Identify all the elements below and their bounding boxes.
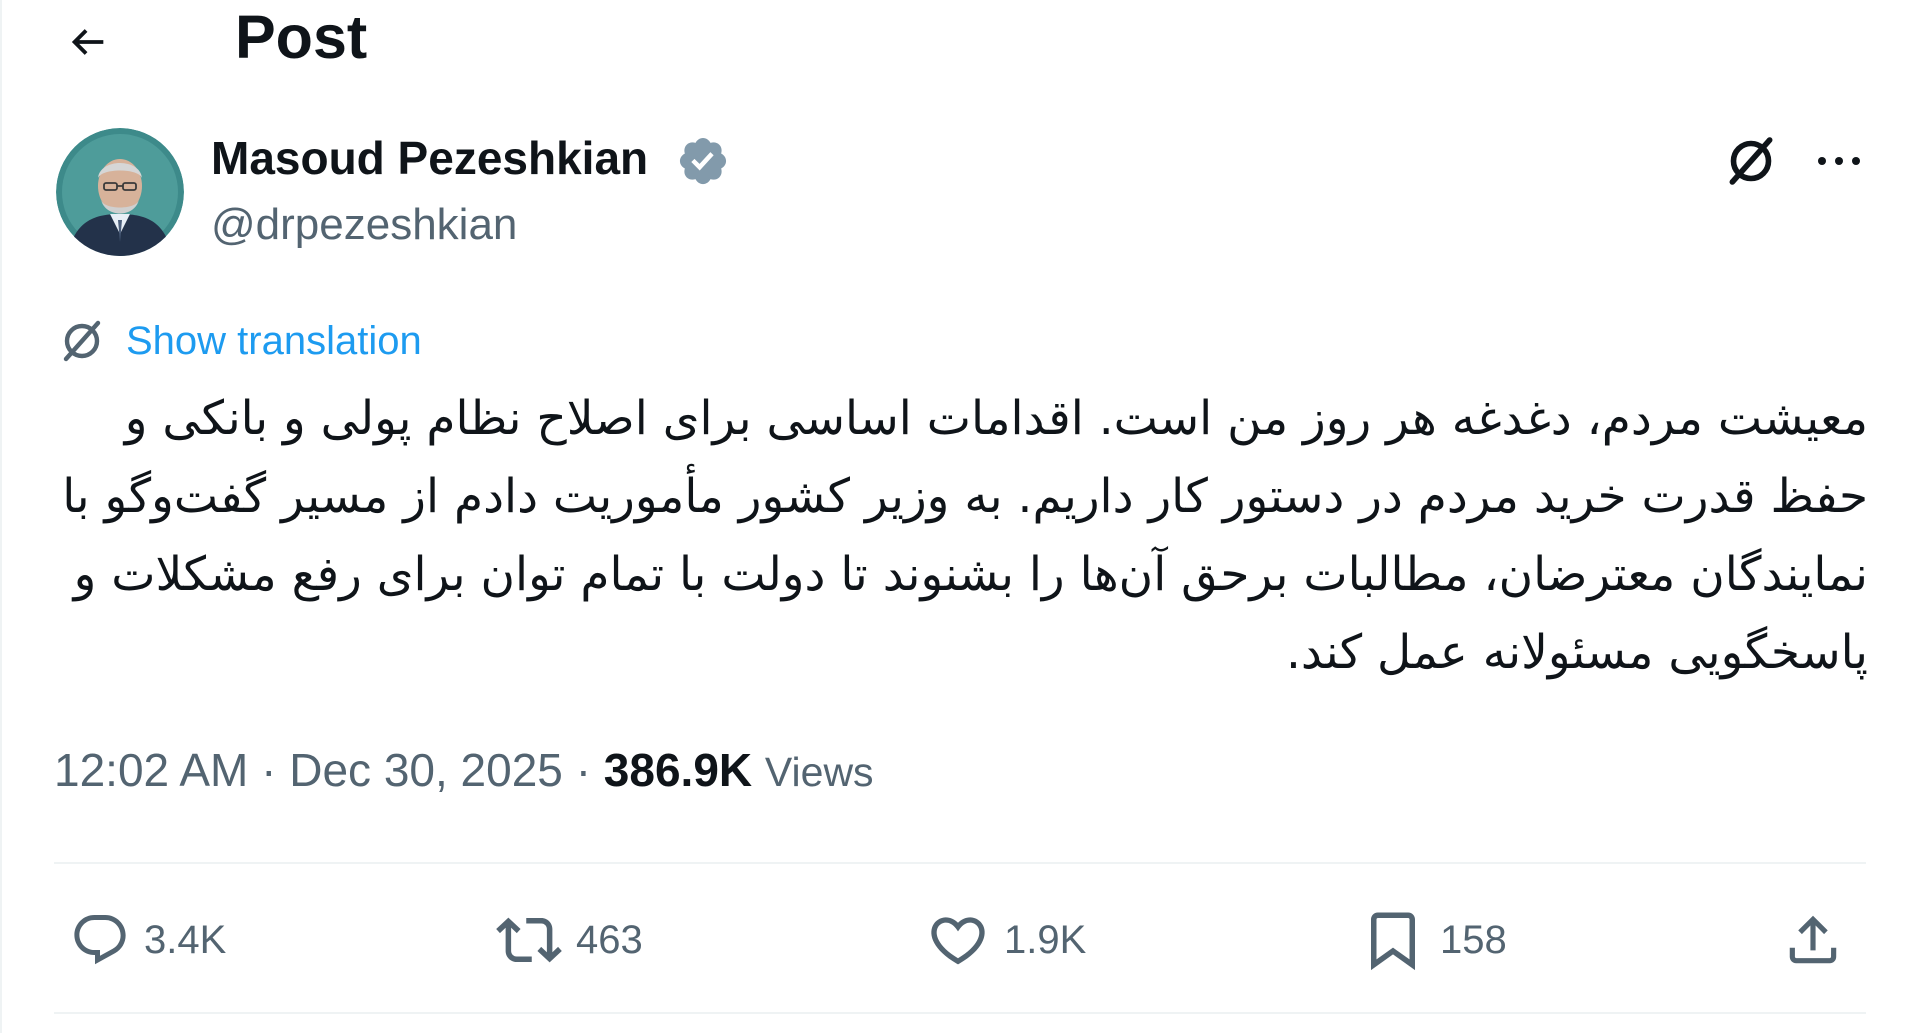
show-translation-link[interactable]: Show translation	[58, 316, 422, 366]
reply-count: 3.4K	[144, 917, 227, 962]
reply-button[interactable]: 3.4K	[70, 905, 226, 975]
views-label: Views	[764, 749, 874, 795]
post-date[interactable]: Dec 30, 2025	[289, 744, 563, 796]
repost-button[interactable]: 463	[496, 905, 643, 975]
bookmark-button[interactable]: 158	[1360, 905, 1507, 975]
translate-icon	[63, 320, 101, 362]
like-button[interactable]: 1.9K	[926, 905, 1086, 975]
author-name[interactable]: Masoud Pezeshkian	[211, 130, 648, 186]
page-border	[0, 0, 2, 1033]
meta-separator: ·	[261, 744, 290, 796]
post-text: معیشت مردم، دغدغه هر روز من است. اقدامات…	[62, 391, 1868, 680]
post-header: Post	[0, 0, 1920, 80]
grok-button[interactable]	[1720, 130, 1782, 192]
author-handle[interactable]: @drpezeshkian	[211, 198, 517, 252]
post-time[interactable]: 12:02 AM	[54, 744, 248, 796]
divider	[54, 1012, 1866, 1014]
reply-icon	[74, 915, 126, 965]
show-translation-label: Show translation	[126, 318, 422, 363]
divider	[54, 862, 1866, 864]
share-button[interactable]	[1782, 905, 1844, 975]
repost-icon	[496, 917, 562, 963]
grok-icon	[1729, 137, 1773, 185]
back-button[interactable]	[56, 10, 120, 74]
like-count: 1.9K	[1004, 917, 1087, 962]
avatar[interactable]	[56, 128, 184, 256]
post-meta: 12:02 AM · Dec 30, 2025 · 386.9K Views	[54, 740, 874, 802]
meta-separator: ·	[575, 744, 604, 796]
verified-badge-icon	[679, 137, 727, 185]
page-title: Post	[235, 3, 368, 71]
bookmark-count: 158	[1440, 917, 1507, 962]
like-icon	[931, 917, 985, 965]
repost-count: 463	[576, 917, 643, 962]
views-count: 386.9K	[603, 744, 753, 796]
back-arrow-icon	[71, 29, 104, 55]
more-button[interactable]	[1808, 136, 1870, 186]
action-bar: 3.4K 463 1.9K 158	[54, 880, 1866, 1000]
bookmark-icon	[1371, 912, 1415, 971]
share-icon	[1789, 915, 1837, 964]
more-icon	[1818, 157, 1860, 165]
